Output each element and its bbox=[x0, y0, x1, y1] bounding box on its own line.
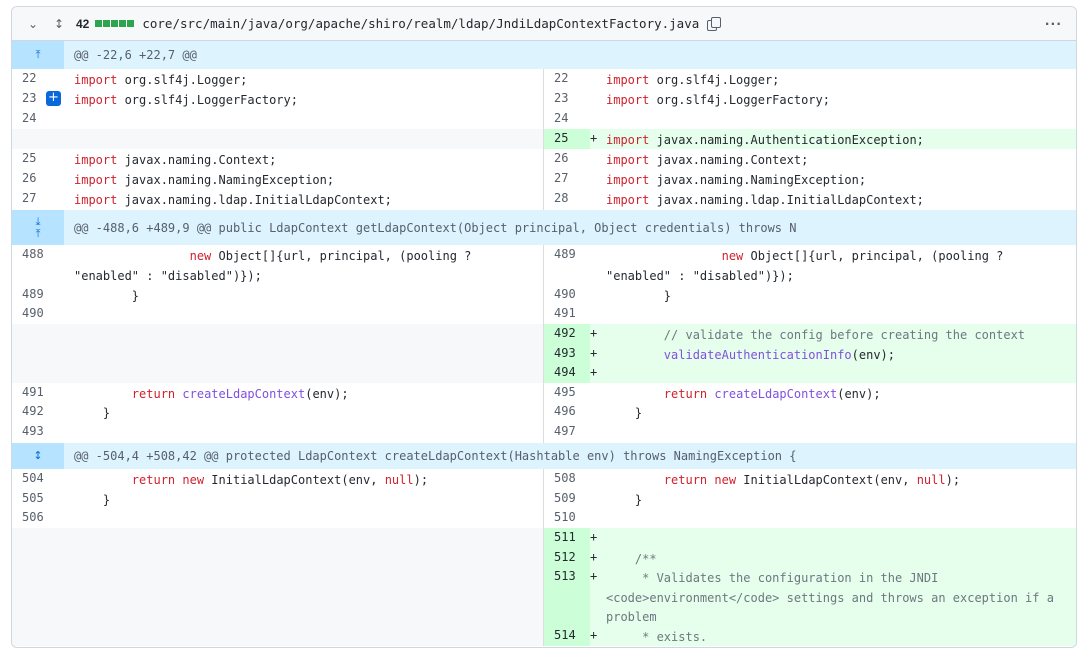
diff-row: 491 return createLdapContext(env); 495 r… bbox=[12, 383, 1076, 402]
unfold-icon[interactable]: ↕ bbox=[54, 17, 68, 31]
add-comment-button[interactable]: + bbox=[46, 91, 61, 106]
diffstat-blocks bbox=[95, 20, 135, 27]
diff-row-added: 513 + * Validates the configuration in th… bbox=[12, 567, 1076, 626]
diff-row-added: 492 + // validate the config before creat… bbox=[12, 324, 1076, 344]
diff-row: 488 new Object[]{url, principal, (poolin… bbox=[12, 245, 1076, 285]
hunk-header: ⤒ @@ -22,6 +22,7 @@ bbox=[12, 41, 1076, 69]
diff-row: 504 return new InitialLdapContext(env, n… bbox=[12, 469, 1076, 489]
file-header: ⌄ ↕ 42 core/src/main/java/org/apache/shi… bbox=[12, 7, 1076, 41]
diff-row: 505 } 509 } bbox=[12, 489, 1076, 508]
diff-row: 26 import javax.naming.NamingException; 2… bbox=[12, 169, 1076, 189]
file-path[interactable]: core/src/main/java/org/apache/shiro/real… bbox=[142, 16, 699, 31]
diff-row: 27 import javax.naming.ldap.InitialLdapCo… bbox=[12, 189, 1076, 210]
diff-row: 22 import org.slf4j.Logger; 22 import org.… bbox=[12, 69, 1076, 89]
diff-row: 25 import javax.naming.Context; 26 import … bbox=[12, 149, 1076, 169]
diff-row: 506 510 bbox=[12, 508, 1076, 528]
unfold-icon[interactable]: ↕ bbox=[12, 443, 64, 469]
diff-row: 489 } 490 } bbox=[12, 285, 1076, 304]
diff-row-added: 511 + bbox=[12, 528, 1076, 548]
change-count: 42 bbox=[76, 16, 90, 31]
hunk-header: ↕ @@ -504,4 +508,42 @@ protected LdapCon… bbox=[12, 443, 1076, 469]
expand-both-icon[interactable]: ⤓ ⤒ bbox=[12, 210, 64, 245]
expand-up-icon[interactable]: ⤒ bbox=[12, 41, 64, 69]
diff-row: 493 497 bbox=[12, 422, 1076, 443]
diff-row-added: 514 + * exists. bbox=[12, 626, 1076, 646]
diff-row-added: 494 + bbox=[12, 363, 1076, 383]
diff-row: 24 24 bbox=[12, 109, 1076, 129]
diff-row: 490 491 bbox=[12, 304, 1076, 324]
diff-row: 23 + import org.slf4j.LoggerFactory; 23 imp… bbox=[12, 89, 1076, 109]
chevron-down-icon[interactable]: ⌄ bbox=[28, 17, 44, 31]
diff-row-added: 25 + import javax.naming.AuthenticationExc… bbox=[12, 129, 1076, 149]
more-options-button[interactable]: ··· bbox=[1045, 16, 1062, 31]
hunk-header: ⤓ ⤒ @@ -488,6 +489,9 @@ public LdapContex… bbox=[12, 210, 1076, 245]
diff-row-added: 512 + /** bbox=[12, 548, 1076, 567]
diff-row: 492 } 496 } bbox=[12, 402, 1076, 422]
copy-icon[interactable] bbox=[707, 17, 722, 31]
diff-row-added: 493 + validateAuthenticationInfo(env); bbox=[12, 344, 1076, 363]
diff-file: ⌄ ↕ 42 core/src/main/java/org/apache/shi… bbox=[11, 6, 1077, 648]
